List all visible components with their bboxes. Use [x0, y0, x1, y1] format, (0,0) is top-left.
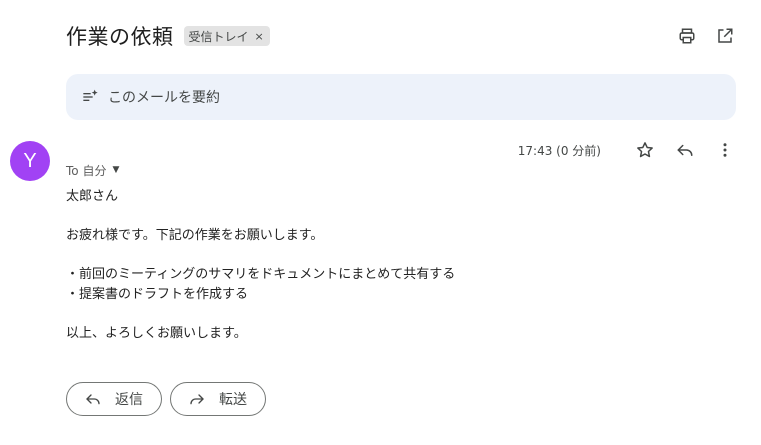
message-actions: 返信 転送	[66, 382, 266, 416]
body-greeting: 太郎さん	[66, 189, 119, 204]
forward-icon	[189, 390, 207, 408]
star-icon[interactable]	[633, 138, 657, 162]
body-list-item: ・提案書のドラフトを作成する	[66, 286, 249, 302]
email-subject: 作業の依頼	[66, 25, 174, 49]
message-timestamp: 17:43 (0 分前)	[517, 143, 601, 158]
email-view: 作業の依頼 受信トレイ × このメールを要約 Y 17:43 (0 分前) To…	[0, 0, 761, 445]
recipient-details-toggle[interactable]: To 自分 ▼	[66, 161, 119, 179]
open-in-new-window-icon[interactable]	[713, 24, 737, 48]
reply-icon[interactable]	[673, 138, 697, 162]
label-chip-text: 受信トレイ	[188, 29, 249, 44]
subject-row: 作業の依頼 受信トレイ ×	[66, 18, 270, 54]
summarize-label: このメールを要約	[108, 90, 220, 106]
print-icon[interactable]	[675, 24, 699, 48]
message-meta: 17:43 (0 分前)	[518, 138, 737, 162]
forward-label: 転送	[219, 392, 247, 408]
reply-label: 返信	[115, 392, 143, 408]
remove-label-icon[interactable]: ×	[255, 30, 264, 43]
body-intro: お疲れ様です。下記の作業をお願いします。	[66, 228, 324, 243]
more-vertical-icon[interactable]	[713, 138, 737, 162]
body-closing: 以上、よろしくお願いします。	[66, 325, 247, 341]
reply-button[interactable]: 返信	[66, 382, 162, 416]
inbox-label-chip[interactable]: 受信トレイ ×	[183, 26, 270, 46]
sender-avatar[interactable]: Y	[10, 141, 50, 181]
forward-button[interactable]: 転送	[170, 382, 266, 416]
thread-toolbar	[675, 24, 737, 48]
body-list-item: ・前回のミーティングのサマリをドキュメントにまとめて共有する	[66, 267, 456, 282]
chevron-down-icon: ▼	[112, 165, 120, 175]
reply-icon	[85, 390, 103, 408]
summarize-email-button[interactable]: このメールを要約	[66, 74, 736, 120]
summarize-sparkle-icon	[82, 88, 100, 106]
recipient-text: To 自分	[66, 163, 107, 178]
email-body: 太郎さん お疲れ様です。下記の作業をお願いします。 ・前回のミーティングのサマリ…	[66, 187, 666, 343]
